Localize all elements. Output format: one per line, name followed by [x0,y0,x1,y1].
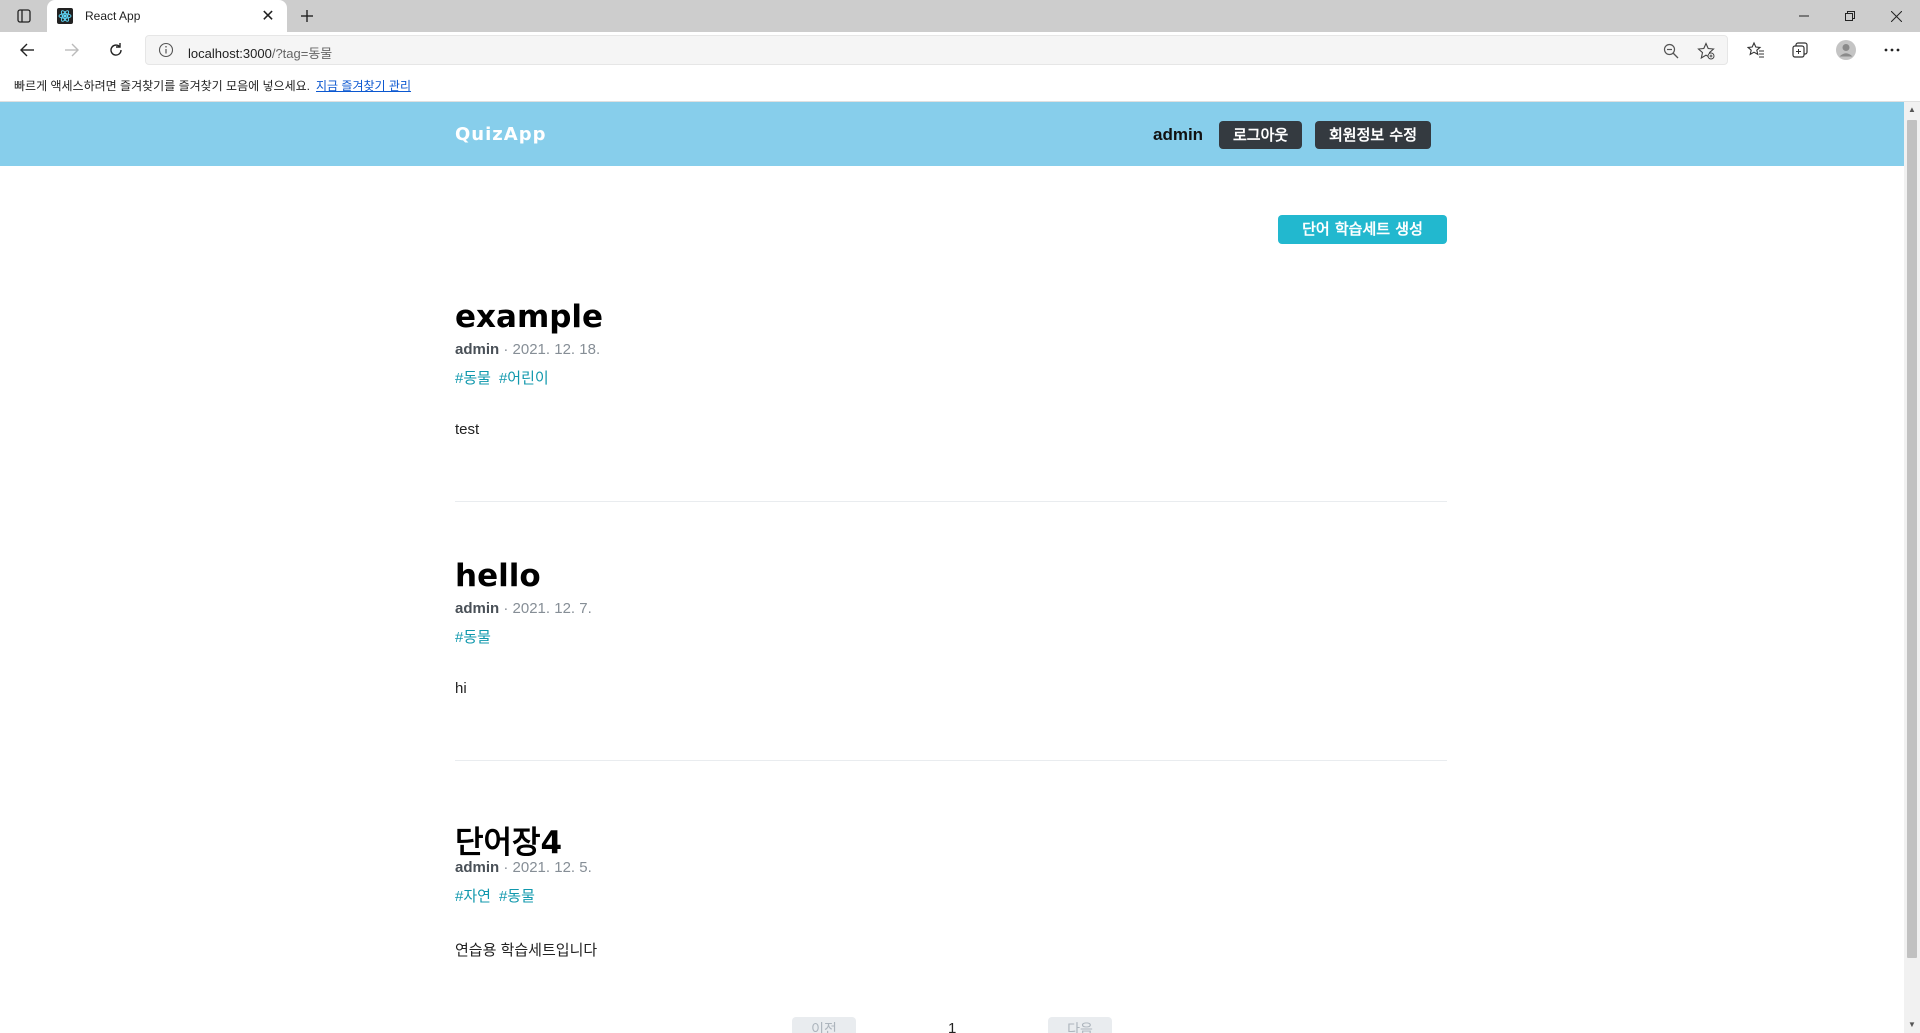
post-divider [455,760,1447,761]
create-study-set-button[interactable]: 단어 학습세트 생성 [1278,215,1447,244]
post-date: 2021. 12. 5. [512,859,592,876]
prev-page-button[interactable]: 이전 [792,1017,856,1033]
post-tags: #자연 #동물 [455,885,543,906]
scrollbar-thumb[interactable] [1907,120,1917,958]
app-header: QuizApp admin 로그아웃 회원정보 수정 [0,102,1904,166]
post-body: hi [455,680,467,697]
post-item: example admin · 2021. 12. 18. #동물 #어린이 te… [455,299,1447,438]
post-title[interactable]: example [455,299,603,335]
logout-button[interactable]: 로그아웃 [1219,121,1303,149]
restore-icon[interactable] [1828,0,1872,32]
post-author: admin [455,341,500,358]
post-meta: admin · 2021. 12. 18. [455,341,601,358]
post-item: hello admin · 2021. 12. 7. #동물 hi [455,558,1447,697]
tab-title: React App [85,9,141,23]
manage-favorites-link[interactable]: 지금 즐겨찾기 관리 [316,79,411,93]
edit-profile-button[interactable]: 회원정보 수정 [1315,121,1432,149]
close-tab-icon[interactable]: ✕ [259,6,277,26]
react-icon [57,8,73,24]
post-body: 연습용 학습세트입니다 [455,942,598,959]
post-divider [455,501,1447,502]
more-menu-icon[interactable] [1878,36,1906,64]
browser-toolbar: localhost:3000/?tag=동물 [0,32,1920,68]
app-logo[interactable]: QuizApp [455,124,546,145]
post-author: admin [455,600,500,617]
back-icon[interactable] [13,36,41,64]
tag-link[interactable]: #자연 [455,888,491,905]
site-info-icon[interactable] [158,42,174,58]
post-tags: #동물 [455,626,499,647]
scroll-down-icon[interactable]: ▼ [1908,1021,1916,1029]
post-author: admin [455,859,500,876]
post-meta: admin · 2021. 12. 7. [455,600,592,617]
favorites-prompt: 빠르게 액세스하려면 즐겨찾기를 즐겨찾기 모음에 넣으세요. [14,79,311,93]
tag-link[interactable]: #어린이 [499,370,549,387]
refresh-icon[interactable] [102,36,130,64]
post-body: test [455,421,480,438]
username: admin [1153,125,1204,144]
tag-link[interactable]: #동물 [455,629,491,646]
next-page-button[interactable]: 다음 [1048,1017,1112,1033]
tab-actions-icon[interactable] [10,6,38,26]
url-path: /?tag=동물 [271,46,333,61]
new-tab-icon[interactable] [295,4,319,28]
collections-icon[interactable] [1786,36,1814,64]
forward-icon[interactable] [58,36,86,64]
favorites-bar-text: 빠르게 액세스하려면 즐겨찾기를 즐겨찾기 모음에 넣으세요. 지금 즐겨찾기 관… [14,77,411,94]
favorites-icon[interactable] [1742,36,1770,64]
browser-tab[interactable]: React App ✕ [47,0,287,32]
profile-avatar-icon[interactable] [1832,36,1860,64]
pagination: 이전 1 다음 [0,1017,1904,1033]
close-window-icon[interactable] [1874,0,1918,32]
tag-link[interactable]: #동물 [499,888,535,905]
page-scrollbar[interactable]: ▲ ▼ [1904,102,1920,1033]
page-viewport: QuizApp admin 로그아웃 회원정보 수정 단어 학습세트 생성 ex… [0,102,1904,1033]
post-meta: admin · 2021. 12. 5. [455,859,592,876]
current-page-number: 1 [948,1020,957,1033]
add-favorite-icon[interactable] [1696,41,1716,61]
post-title[interactable]: hello [455,558,541,594]
favorites-bar: 빠르게 액세스하려면 즐겨찾기를 즐겨찾기 모음에 넣으세요. 지금 즐겨찾기 관… [0,68,1920,102]
browser-tab-strip: React App ✕ [0,0,1920,32]
address-bar[interactable]: localhost:3000/?tag=동물 [145,35,1728,65]
minimize-icon[interactable] [1782,0,1826,32]
post-tags: #동물 #어린이 [455,367,557,388]
zoom-icon[interactable] [1661,41,1681,61]
post-item: 단어장4 admin · 2021. 12. 5. #자연 #동물 연습용 학습세… [455,817,1447,959]
post-date: 2021. 12. 7. [512,600,592,617]
post-date: 2021. 12. 18. [512,341,601,358]
scroll-up-icon[interactable]: ▲ [1908,106,1916,114]
url-host: localhost:3000 [188,46,272,61]
post-title[interactable]: 단어장4 [455,817,562,862]
url-text: localhost:3000/?tag=동물 [188,43,332,62]
tag-link[interactable]: #동물 [455,370,491,387]
